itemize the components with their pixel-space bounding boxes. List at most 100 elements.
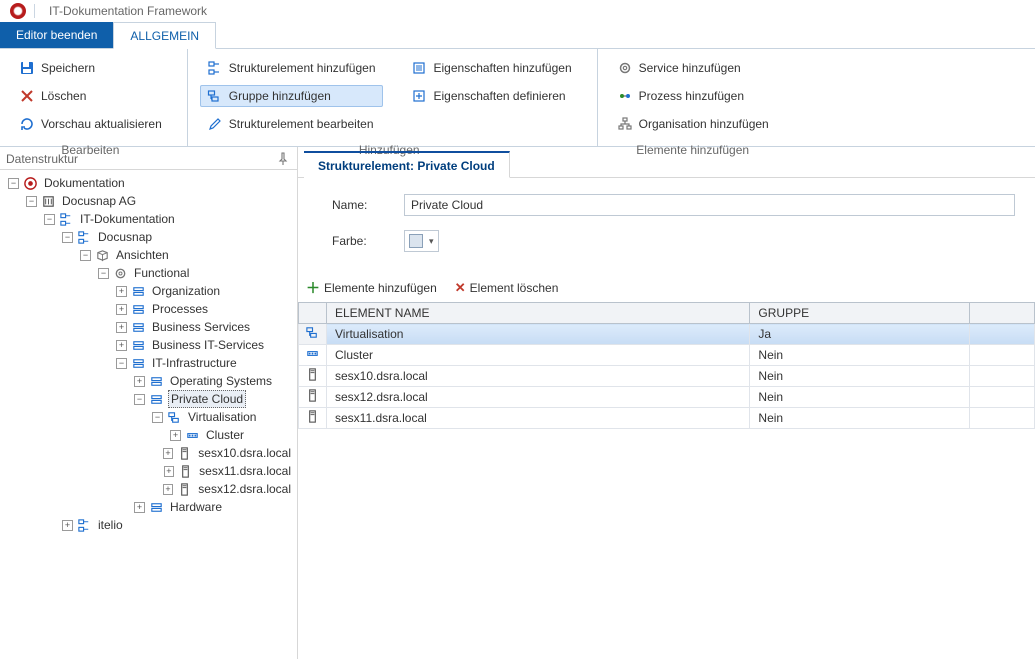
tree-node[interactable]: − Private Cloud: [2, 390, 295, 408]
tree-node[interactable]: −Docusnap AG: [2, 192, 295, 210]
tree-node-label: Cluster: [204, 427, 246, 443]
preview-refresh-button[interactable]: Vorschau aktualisieren: [12, 113, 169, 135]
group-add-icon: [207, 88, 223, 104]
tree-toggle[interactable]: −: [134, 394, 145, 405]
elements-grid[interactable]: ELEMENT NAME GRUPPE VirtualisationJaClus…: [298, 302, 1035, 429]
tree-node[interactable]: + Business Services: [2, 318, 295, 336]
tree-node-label: itelio: [96, 517, 125, 533]
tree-toggle[interactable]: −: [44, 214, 55, 225]
ribbon-group-elemente: Service hinzufügen Prozess hinzufügen Or…: [598, 49, 794, 146]
tree-node[interactable]: + Cluster: [2, 426, 295, 444]
properties-define-button[interactable]: Eigenschaften definieren: [405, 85, 579, 107]
tree-toggle[interactable]: +: [62, 520, 73, 531]
tree-toggle[interactable]: +: [134, 376, 145, 387]
structure-edit-button[interactable]: Strukturelement bearbeiten: [200, 113, 383, 135]
tree-node[interactable]: + sesx12.dsra.local: [2, 480, 295, 498]
server-icon: [305, 409, 320, 424]
tree-node[interactable]: +Organization: [2, 282, 295, 300]
tree-toggle[interactable]: +: [116, 304, 127, 315]
tree-toggle[interactable]: +: [164, 466, 175, 477]
structure-edit-label: Strukturelement bearbeiten: [229, 117, 374, 131]
preview-refresh-label: Vorschau aktualisieren: [41, 117, 162, 131]
cell-group: Nein: [750, 345, 970, 366]
cluster-icon: [185, 428, 200, 443]
color-swatch: [409, 234, 423, 248]
tree-node[interactable]: + itelio: [2, 516, 295, 534]
color-picker[interactable]: ▾: [404, 230, 439, 252]
elements-add-button[interactable]: ＋ Elemente hinzufügen: [306, 278, 437, 298]
delete-label: Löschen: [41, 89, 86, 103]
tree-toggle[interactable]: +: [116, 322, 127, 333]
properties-define-icon: [412, 88, 428, 104]
tree[interactable]: −Dokumentation−Docusnap AG−IT-Dokumentat…: [0, 170, 297, 659]
name-label: Name:: [332, 198, 404, 212]
organization-icon: [617, 116, 633, 132]
tree-toggle[interactable]: −: [98, 268, 109, 279]
table-row[interactable]: sesx12.dsra.localNein: [299, 387, 1035, 408]
table-row[interactable]: VirtualisationJa: [299, 324, 1035, 345]
save-button[interactable]: Speichern: [12, 57, 169, 79]
content-header-wrap: Strukturelement: Private Cloud: [298, 147, 1035, 178]
tree-node-label: Functional: [132, 265, 191, 281]
tree-node[interactable]: −IT-Dokumentation: [2, 210, 295, 228]
tree-node[interactable]: − Functional: [2, 264, 295, 282]
tree-node[interactable]: − Virtualisation: [2, 408, 295, 426]
tab-editor-beenden[interactable]: Editor beenden: [0, 22, 113, 48]
cell-group: Ja: [750, 324, 970, 345]
tree-node[interactable]: +Hardware: [2, 498, 295, 516]
tree-toggle[interactable]: +: [163, 484, 174, 495]
struct-icon: [77, 230, 92, 245]
element-delete-button[interactable]: ✕ Element löschen: [455, 278, 559, 298]
service-add-button[interactable]: Service hinzufügen: [610, 57, 776, 79]
tree-node[interactable]: +Operating Systems: [2, 372, 295, 390]
layer-icon: [131, 320, 146, 335]
process-add-button[interactable]: Prozess hinzufügen: [610, 85, 776, 107]
cell-group: Nein: [750, 387, 970, 408]
table-row[interactable]: sesx11.dsra.localNein: [299, 408, 1035, 429]
table-row[interactable]: sesx10.dsra.localNein: [299, 366, 1035, 387]
organization-add-button[interactable]: Organisation hinzufügen: [610, 113, 776, 135]
ribbon-group-hinzufuegen: Strukturelement hinzufügen Eigenschaften…: [188, 49, 598, 146]
cell-group: Nein: [750, 408, 970, 429]
tree-node[interactable]: −Dokumentation: [2, 174, 295, 192]
tree-toggle[interactable]: −: [116, 358, 127, 369]
structure-add-button[interactable]: Strukturelement hinzufügen: [200, 57, 383, 79]
delete-icon: [19, 88, 35, 104]
ribbon: Speichern Löschen Vorschau aktualisieren…: [0, 49, 1035, 147]
tree-node[interactable]: −Ansichten: [2, 246, 295, 264]
right-panel: Strukturelement: Private Cloud Name: Far…: [298, 147, 1035, 659]
tree-node[interactable]: −Docusnap: [2, 228, 295, 246]
tree-toggle[interactable]: −: [62, 232, 73, 243]
tree-node[interactable]: + Processes: [2, 300, 295, 318]
tree-toggle[interactable]: −: [152, 412, 163, 423]
window-title: IT-Dokumentation Framework: [49, 4, 207, 18]
tree-toggle[interactable]: +: [170, 430, 181, 441]
delete-button[interactable]: Löschen: [12, 85, 169, 107]
tree-node-label: sesx12.dsra.local: [196, 481, 293, 497]
tab-allgemein[interactable]: ALLGEMEIN: [113, 22, 216, 49]
tree-node[interactable]: +sesx10.dsra.local: [2, 444, 295, 462]
tree-node-label: Private Cloud: [168, 390, 246, 408]
grid-col-group[interactable]: GRUPPE: [750, 303, 970, 324]
tree-toggle[interactable]: +: [116, 340, 127, 351]
name-input[interactable]: [404, 194, 1015, 216]
tree-node-label: Virtualisation: [186, 409, 258, 425]
separator: [34, 4, 35, 18]
tree-node[interactable]: −IT-Infrastructure: [2, 354, 295, 372]
tree-node-label: Processes: [150, 301, 210, 317]
properties-add-button[interactable]: Eigenschaften hinzufügen: [405, 57, 579, 79]
tree-toggle[interactable]: −: [26, 196, 37, 207]
table-row[interactable]: ClusterNein: [299, 345, 1035, 366]
grid-col-name[interactable]: ELEMENT NAME: [327, 303, 750, 324]
tree-toggle[interactable]: −: [80, 250, 91, 261]
tree-node[interactable]: +sesx11.dsra.local: [2, 462, 295, 480]
group-add-button[interactable]: Gruppe hinzufügen: [200, 85, 383, 107]
tree-toggle[interactable]: −: [8, 178, 19, 189]
tree-node-label: Business Services: [150, 319, 252, 335]
tree-node[interactable]: +Business IT-Services: [2, 336, 295, 354]
grid-col-spacer: [970, 303, 1035, 324]
pin-icon[interactable]: [275, 151, 291, 167]
tree-toggle[interactable]: +: [116, 286, 127, 297]
tree-toggle[interactable]: +: [163, 448, 174, 459]
tree-toggle[interactable]: +: [134, 502, 145, 513]
